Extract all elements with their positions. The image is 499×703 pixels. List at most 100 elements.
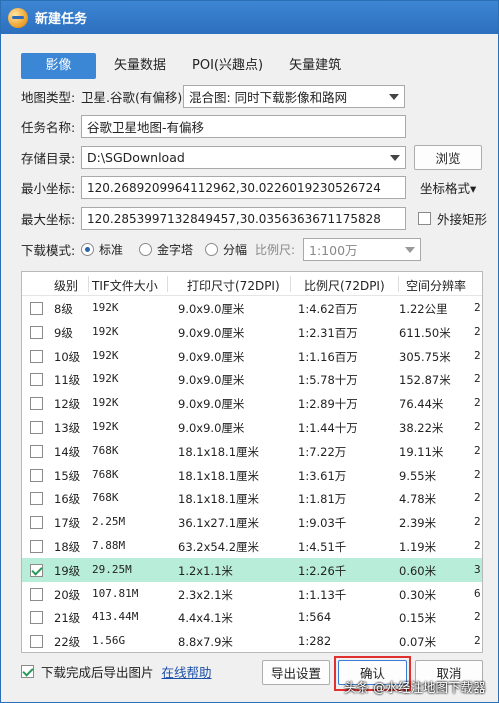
row-checkbox[interactable]	[30, 540, 43, 553]
cell-size: 192K	[92, 396, 119, 410]
cell-extra: 2	[474, 467, 481, 481]
new-task-dialog: 新建任务 影像 矢量数据 POI(兴趣点) 矢量建筑 地图类型: 卫星.谷歌(有…	[0, 0, 499, 703]
cell-res: 38.22米	[399, 421, 444, 435]
chevron-down-icon	[405, 247, 415, 253]
table-row[interactable]: 11级 192K 9.0x9.0厘米 1:5.78十万 152.87米 2	[22, 367, 482, 391]
row-checkbox[interactable]	[30, 587, 43, 601]
cell-size: 192K	[92, 324, 119, 338]
tab-poi[interactable]: POI(兴趣点)	[180, 53, 275, 79]
row-checkbox[interactable]	[30, 444, 43, 458]
map-type-label: 地图类型:	[21, 90, 76, 105]
scale-value: 1:100万	[309, 243, 358, 258]
cell-print: 4.4x4.1米	[178, 611, 233, 626]
table-row[interactable]: 10级 192K 9.0x9.0厘米 1:1.16百万 305.75米 2	[22, 344, 482, 368]
scale-select[interactable]: 1:100万	[303, 238, 421, 261]
row-checkbox[interactable]	[30, 302, 43, 315]
browse-button[interactable]: 浏览	[414, 145, 482, 170]
online-help-link[interactable]: 在线帮助	[162, 662, 212, 681]
cell-res: 0.30米	[399, 587, 437, 602]
cell-print: 18.1x18.1厘米	[178, 444, 260, 459]
table-row[interactable]: 9级 192K 9.0x9.0厘米 1:2.31百万 611.50米 2	[22, 320, 482, 344]
row-checkbox[interactable]	[30, 635, 43, 649]
cell-res: 1.19米	[399, 540, 437, 554]
cell-scale: 1:4.62百万	[298, 302, 358, 316]
row-checkbox[interactable]	[30, 373, 43, 387]
cell-print: 9.0x9.0厘米	[178, 302, 245, 316]
cell-res: 0.60米	[399, 563, 437, 578]
row-checkbox[interactable]	[30, 468, 43, 482]
table-row[interactable]: 17级 2.25M 36.1x27.1厘米 1:9.03千 2.39米 2	[22, 510, 482, 534]
table-row[interactable]: 16级 768K 18.1x18.1厘米 1:1.81万 4.78米 2	[22, 486, 482, 510]
cell-size: 768K	[92, 443, 119, 457]
app-logo-icon	[8, 7, 28, 28]
map-type-value[interactable]: 卫星.谷歌(有偏移)	[81, 87, 183, 106]
cell-print: 36.1x27.1厘米	[178, 516, 260, 531]
download-mode-label: 下载模式:	[21, 243, 76, 258]
cell-level: 9级	[54, 325, 73, 340]
table-row[interactable]: 15级 768K 18.1x18.1厘米 1:3.61万 9.55米 2	[22, 463, 482, 487]
table-row[interactable]: 8级 192K 9.0x9.0厘米 1:4.62百万 1.22公里 2	[22, 296, 482, 320]
storage-dir-select[interactable]: D:\SGDownload	[81, 146, 406, 169]
row-checkbox[interactable]	[30, 516, 43, 530]
cell-extra: 2	[474, 443, 481, 457]
cell-size: 768K	[92, 491, 119, 505]
row-checkbox[interactable]	[30, 421, 43, 434]
export-settings-button[interactable]: 导出设置	[262, 660, 330, 685]
row-checkbox[interactable]	[30, 563, 43, 577]
table-row[interactable]: 13级 192K 9.0x9.0厘米 1:1.44十万 38.22米 2	[22, 415, 482, 439]
row-checkbox[interactable]	[30, 325, 43, 339]
outer-rect-checkbox[interactable]	[418, 212, 431, 225]
cell-level: 11级	[54, 373, 81, 388]
max-coord-input[interactable]: 120.2853997132849457,30.0356363671175828	[81, 207, 406, 230]
mode-pyramid-radio[interactable]	[139, 243, 152, 256]
chevron-down-icon	[390, 155, 400, 161]
table-row[interactable]: 14级 768K 18.1x18.1厘米 1:7.22万 19.11米 2	[22, 439, 482, 463]
min-coord-input[interactable]: 120.2689209964112962,30.0226019230526724	[81, 176, 406, 199]
table-row[interactable]: 12级 192K 9.0x9.0厘米 1:2.89十万 76.44米 2	[22, 391, 482, 415]
cell-extra: 6	[474, 586, 481, 600]
tab-vector-building[interactable]: 矢量建筑	[277, 53, 353, 79]
max-coord-row: 最大坐标: 120.2853997132849457,30.0356363671…	[21, 207, 487, 230]
max-coord-value: 120.2853997132849457,30.0356363671175828	[87, 211, 381, 226]
tab-bar: 影像 矢量数据 POI(兴趣点) 矢量建筑	[21, 53, 355, 79]
cell-res: 2.39米	[399, 516, 437, 531]
table-row[interactable]: 18级 7.88M 63.2x54.2厘米 1:4.51千 1.19米 2	[22, 534, 482, 558]
col-scale: 比例尺(72DPI)	[304, 279, 385, 293]
cell-print: 9.0x9.0厘米	[178, 325, 245, 340]
table-row[interactable]: 21级 413.44M 4.4x4.1米 1:564 0.15米 2	[22, 605, 482, 629]
cell-scale: 1:2.89十万	[298, 397, 358, 412]
footer-row: 下载完成后导出图片 在线帮助	[21, 662, 212, 681]
level-table[interactable]: 级别 TIF文件大小 打印尺寸(72DPI) 比例尺(72DPI) 空间分辨率 …	[21, 271, 483, 653]
table-header: 级别 TIF文件大小 打印尺寸(72DPI) 比例尺(72DPI) 空间分辨率	[22, 272, 482, 296]
mode-standard-radio[interactable]	[81, 243, 94, 256]
mode-split-radio[interactable]	[205, 243, 218, 256]
row-checkbox[interactable]	[30, 397, 43, 411]
table-row[interactable]: 22级 1.56G 8.8x7.9米 1:282 0.07米 2	[22, 629, 482, 652]
task-name-label: 任务名称:	[21, 120, 76, 135]
cell-print: 2.3x2.1米	[178, 587, 233, 602]
cell-extra: 2	[474, 372, 481, 386]
cell-res: 4.78米	[399, 492, 437, 507]
mode-pyramid-label: 金字塔	[157, 243, 194, 257]
export-after-checkbox[interactable]	[21, 665, 34, 678]
cell-scale: 1:564	[298, 610, 332, 625]
cell-size: 192K	[92, 420, 119, 433]
cell-scale: 1:2.31百万	[298, 325, 358, 340]
task-name-input[interactable]: 谷歌卫星地图-有偏移	[81, 115, 406, 138]
map-mode-select[interactable]: 混合图: 同时下载影像和路网	[183, 85, 405, 108]
cell-print: 9.0x9.0厘米	[178, 373, 245, 388]
tab-imagery[interactable]: 影像	[21, 53, 96, 79]
coord-format-dropdown[interactable]: 坐标格式▾	[420, 178, 476, 197]
table-row[interactable]: 20级 107.81M 2.3x2.1米 1:1.13千 0.30米 6	[22, 582, 482, 606]
cell-size: 29.25M	[92, 562, 132, 576]
row-checkbox[interactable]	[30, 611, 43, 625]
cell-size: 2.25M	[92, 515, 126, 529]
cell-level: 12级	[54, 397, 81, 412]
tab-vector-data[interactable]: 矢量数据	[102, 53, 178, 79]
table-row[interactable]: 19级 29.25M 1.2x1.1米 1:2.26千 0.60米 3	[22, 557, 482, 582]
cell-print: 9.0x9.0厘米	[178, 397, 245, 412]
cell-scale: 1:1.13千	[298, 587, 347, 602]
row-checkbox[interactable]	[30, 492, 43, 506]
col-sep	[398, 276, 399, 292]
row-checkbox[interactable]	[30, 349, 43, 363]
